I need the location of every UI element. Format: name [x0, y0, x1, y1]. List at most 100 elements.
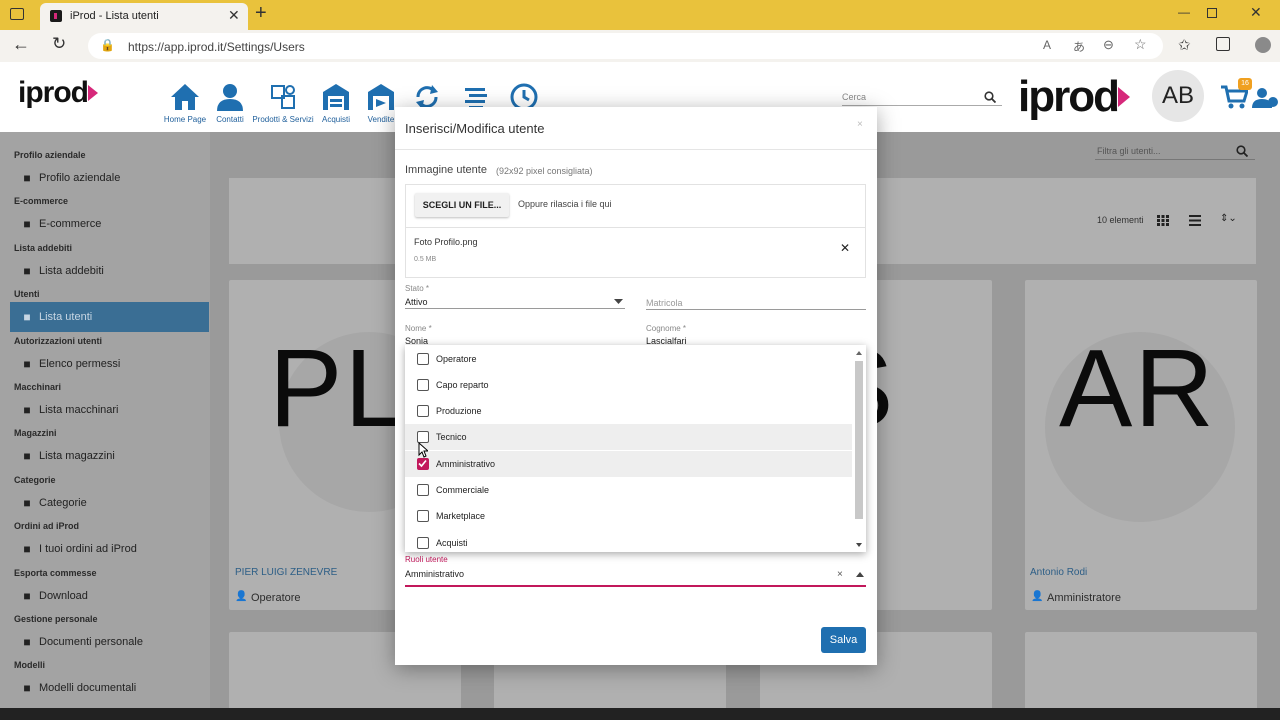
role-option[interactable]: Amministrativo: [405, 450, 852, 477]
sidebar-item-lista-macchinari[interactable]: ■ Lista macchinari: [10, 395, 209, 425]
list-view-icon[interactable]: [1189, 215, 1201, 226]
sidebar-item-e-commerce[interactable]: ■ E-commerce: [10, 209, 209, 239]
role-option[interactable]: Acquisti: [405, 530, 852, 556]
scroll-up-icon[interactable]: [856, 351, 862, 355]
sidebar-item-i-tuoi-ordini-ad-iprod[interactable]: ■ I tuoi ordini ad iProd: [10, 534, 209, 564]
translate-icon[interactable]: あ: [1073, 38, 1085, 55]
collections-icon[interactable]: [1216, 37, 1230, 51]
sidebar-item-profilo-aziendale[interactable]: ■ Profilo aziendale: [10, 163, 209, 193]
favorite-icon[interactable]: ☆: [1134, 36, 1147, 53]
sales-icon: [368, 84, 394, 110]
sidebar-item-label: Lista magazzini: [39, 450, 115, 462]
checkbox-icon[interactable]: [417, 510, 429, 523]
roles-select[interactable]: Amministrativo: [405, 569, 464, 579]
card-icon: ■: [23, 264, 31, 278]
sidebar-item-elenco-permessi[interactable]: ■ Elenco permessi: [10, 349, 209, 379]
sidebar-item-lista-addebiti[interactable]: ■ Lista addebiti: [10, 256, 209, 286]
close-window-icon[interactable]: ✕: [1250, 4, 1262, 21]
save-button[interactable]: Salva: [821, 627, 866, 653]
card-role: Amministratore: [1047, 592, 1121, 604]
card-name[interactable]: PIER LUIGI ZENEVRE: [235, 567, 337, 578]
modal-close-icon[interactable]: ×: [857, 119, 863, 130]
file-name: Foto Profilo.png: [414, 237, 478, 247]
card-name[interactable]: Antonio Rodi: [1030, 567, 1087, 578]
sidebar-section-title: Lista addebiti: [14, 243, 73, 253]
sidebar-item-lista-utenti[interactable]: ■ Lista utenti: [10, 302, 209, 332]
new-tab-icon[interactable]: +: [255, 2, 267, 25]
nav-contatti[interactable]: Contatti: [205, 82, 255, 124]
cart-icon: ■: [23, 542, 31, 556]
role-option[interactable]: Tecnico: [405, 424, 852, 451]
nav-prodotti[interactable]: Prodotti & Servizi: [252, 82, 314, 124]
role-option[interactable]: Commerciale: [405, 477, 852, 503]
search-icon[interactable]: [984, 91, 996, 103]
maximize-icon[interactable]: [1207, 8, 1217, 18]
sidebar-section-title: Utenti: [14, 289, 40, 299]
role-option[interactable]: Marketplace: [405, 503, 852, 529]
items-count: 10 elementi: [1097, 215, 1144, 225]
browser-tab[interactable]: iProd - Lista utenti ✕: [40, 3, 248, 30]
card-initials: PL: [269, 327, 408, 450]
sidebar-section-title: Gestione personale: [14, 614, 98, 624]
logo[interactable]: iprod: [18, 76, 98, 110]
role-option[interactable]: Produzione: [405, 398, 852, 424]
nav-acquisti-label: Acquisti: [321, 115, 350, 124]
nav-acquisti[interactable]: Acquisti: [311, 82, 361, 124]
scrollbar-thumb[interactable]: [855, 361, 863, 519]
avatar[interactable]: AB: [1152, 70, 1204, 122]
grid-view-icon[interactable]: [1157, 215, 1169, 226]
user-card[interactable]: AR Antonio Rodi 👤 Amministratore: [1025, 280, 1257, 610]
minimize-icon[interactable]: —: [1178, 5, 1190, 19]
sidebar-item-label: Elenco permessi: [39, 358, 121, 370]
sidebar-item-lista-magazzini[interactable]: ■ Lista magazzini: [10, 441, 209, 471]
sidebar-section-title: Magazzini: [14, 428, 57, 438]
filter-users-input[interactable]: Filtra gli utenti...: [1097, 146, 1161, 156]
person-icon: [217, 84, 243, 111]
cubes-icon: [271, 85, 295, 109]
checkbox-icon[interactable]: [417, 484, 429, 496]
stato-select[interactable]: Attivo: [405, 297, 428, 307]
dropdown-scrollbar[interactable]: [854, 347, 864, 550]
nav-vendite-label: Vendite: [367, 115, 395, 124]
profile-icon[interactable]: [1255, 37, 1271, 53]
checkbox-icon[interactable]: [417, 378, 429, 391]
back-icon[interactable]: ←: [12, 34, 30, 55]
sidebar-item-categorie[interactable]: ■ Categorie: [10, 488, 209, 518]
close-tab-icon[interactable]: ✕: [228, 7, 240, 24]
modal-title: Inserisci/Modifica utente: [405, 121, 545, 136]
checkbox-icon[interactable]: [417, 405, 429, 418]
user-card[interactable]: [1025, 632, 1257, 720]
file-dropzone[interactable]: SCEGLI UN FILE... Oppure rilascia i file…: [405, 184, 866, 228]
roles-collapse-icon[interactable]: [856, 572, 864, 577]
sort-icon[interactable]: ⇕⌄: [1220, 213, 1237, 224]
cart-button[interactable]: 16: [1220, 78, 1252, 110]
matricola-input[interactable]: Matricola: [646, 298, 683, 308]
favorites-icon[interactable]: ✩: [1178, 36, 1191, 54]
checkbox-icon[interactable]: [417, 536, 429, 549]
tab-actions-icon[interactable]: [10, 8, 24, 20]
zoom-icon[interactable]: ⊖: [1103, 37, 1114, 53]
filter-search-icon[interactable]: [1236, 145, 1248, 157]
stato-dropdown-icon[interactable]: [614, 299, 623, 304]
scroll-down-icon[interactable]: [856, 543, 862, 547]
sidebar-item-documenti-personale[interactable]: ■ Documenti personale: [10, 627, 209, 657]
nav-home[interactable]: Home Page: [160, 82, 210, 124]
choose-file-button[interactable]: SCEGLI UN FILE...: [415, 193, 509, 217]
reload-icon[interactable]: ↻: [52, 34, 66, 54]
sidebar-item-download[interactable]: ■ Download: [10, 581, 209, 611]
remove-file-icon[interactable]: ✕: [840, 241, 850, 255]
header-search[interactable]: Cerca: [842, 90, 1002, 106]
sidebar-item-modelli-documentali[interactable]: ■ Modelli documentali: [10, 673, 209, 703]
role-option[interactable]: Capo reparto: [405, 372, 852, 398]
url-field[interactable]: 🔒 https://app.iprod.it/Settings/Users A …: [88, 33, 1163, 59]
role-option-label: Produzione: [436, 406, 482, 417]
sidebar-item-label: Lista macchinari: [39, 404, 119, 416]
checkbox-icon[interactable]: [417, 352, 429, 365]
role-option[interactable]: Operatore: [405, 346, 852, 372]
checked-checkbox-icon[interactable]: [417, 457, 429, 470]
read-aloud-icon[interactable]: A: [1043, 38, 1051, 52]
role-option-label: Marketplace: [436, 511, 486, 522]
lock-icon: 🔒: [100, 38, 115, 52]
clear-roles-icon[interactable]: ×: [837, 569, 843, 580]
users-settings-icon[interactable]: [1252, 86, 1280, 110]
